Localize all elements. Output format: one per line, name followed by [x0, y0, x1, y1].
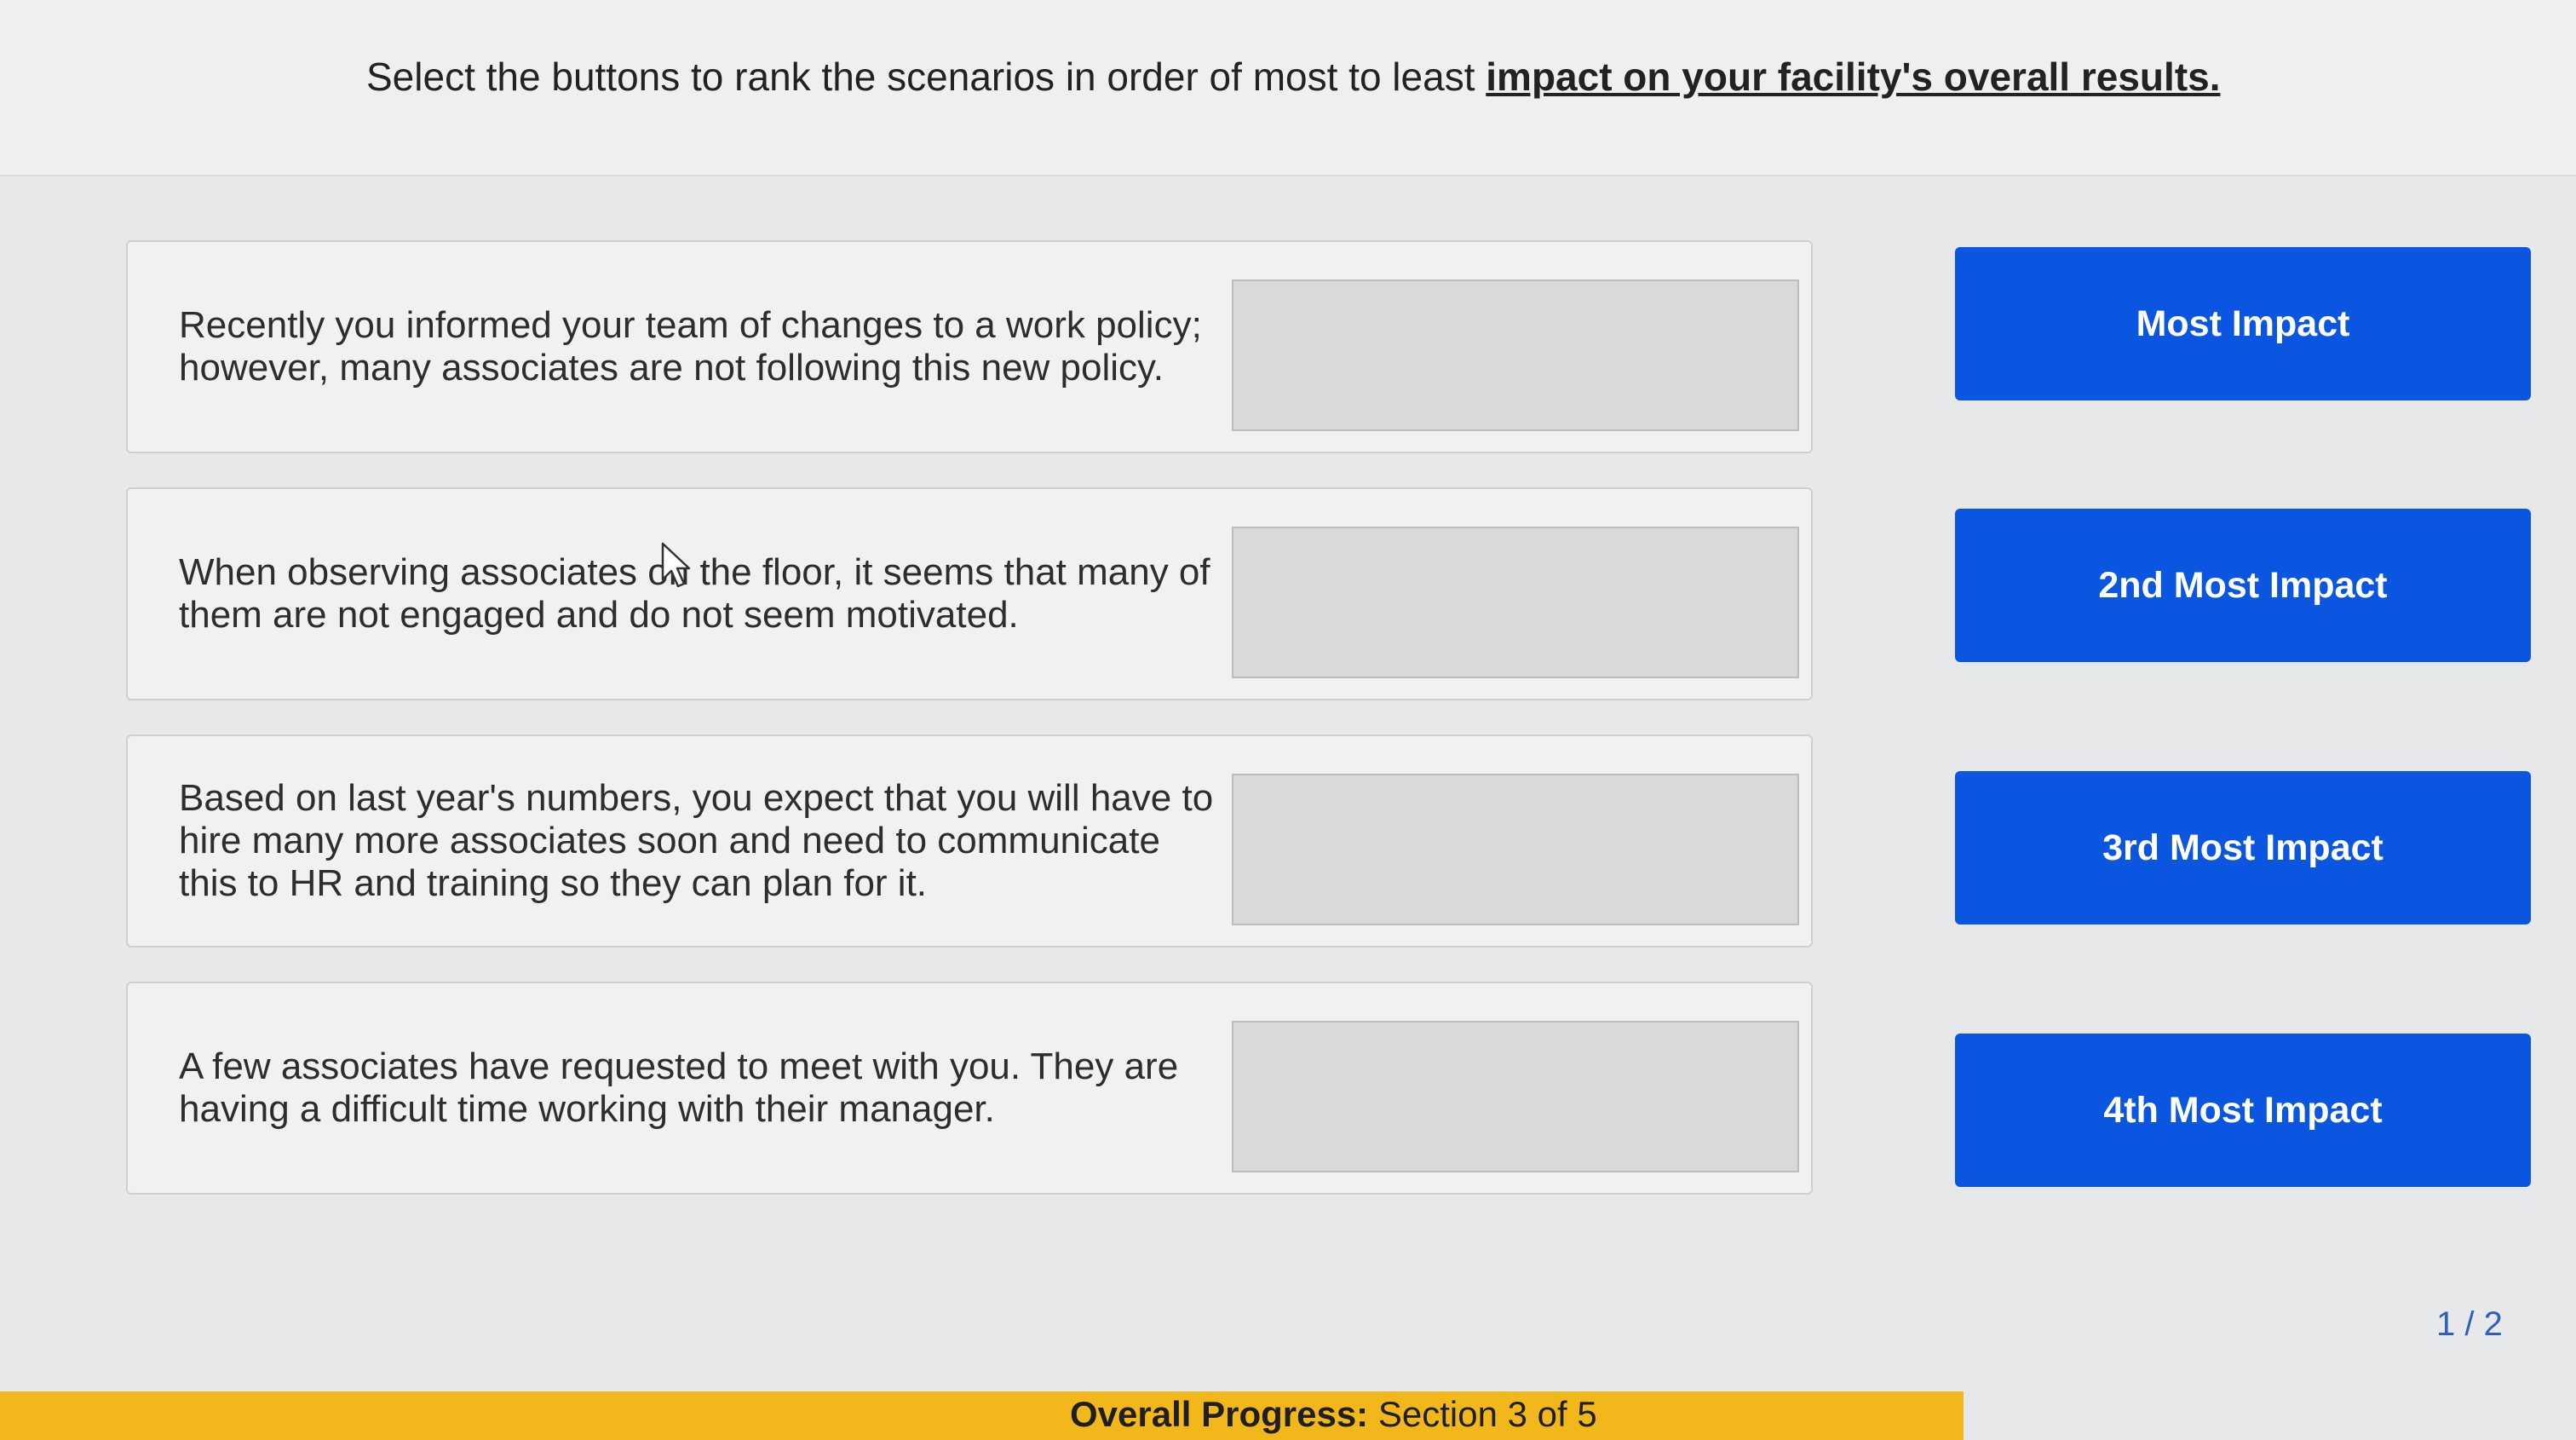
instruction-prefix: Select the buttons to rank the scenarios… — [366, 55, 1486, 99]
rank-drop-slot-1[interactable] — [1232, 279, 1799, 431]
scenario-row-2: When observing associates on the floor, … — [126, 487, 1813, 700]
scenario-row-3: Based on last year's numbers, you expect… — [126, 734, 1813, 948]
progress-bar — [0, 1391, 1964, 1440]
rank-drop-slot-3[interactable] — [1232, 774, 1799, 925]
instruction-emphasis: impact on your facility's overall result… — [1486, 55, 2221, 99]
scenario-row-4: A few associates have requested to meet … — [126, 982, 1813, 1195]
3rd-most-impact-button[interactable]: 3rd Most Impact — [1955, 771, 2531, 924]
most-impact-button[interactable]: Most Impact — [1955, 247, 2531, 400]
2nd-most-impact-button[interactable]: 2nd Most Impact — [1955, 509, 2531, 662]
scenario-text: Recently you informed your team of chang… — [179, 304, 1202, 389]
rank-drop-slot-2[interactable] — [1232, 527, 1799, 678]
scenario-text: When observing associates on the floor, … — [179, 551, 1210, 636]
rank-drop-slot-4[interactable] — [1232, 1021, 1799, 1172]
progress-title: Overall Progress: — [1070, 1394, 1369, 1434]
page-indicator: 1 / 2 — [2436, 1305, 2503, 1343]
instruction-text: Select the buttons to rank the scenarios… — [366, 53, 2411, 101]
progress-label: Overall Progress: Section 3 of 5 — [1070, 1394, 1597, 1435]
4th-most-impact-button[interactable]: 4th Most Impact — [1955, 1034, 2531, 1187]
progress-value: Section 3 of 5 — [1377, 1394, 1597, 1434]
scenario-row-1: Recently you informed your team of chang… — [126, 240, 1813, 453]
mouse-cursor-icon — [661, 542, 691, 588]
header-bar: Select the buttons to rank the scenarios… — [0, 0, 2576, 176]
scenario-text: A few associates have requested to meet … — [179, 1045, 1179, 1130]
scenario-text: Based on last year's numbers, you expect… — [179, 777, 1214, 904]
